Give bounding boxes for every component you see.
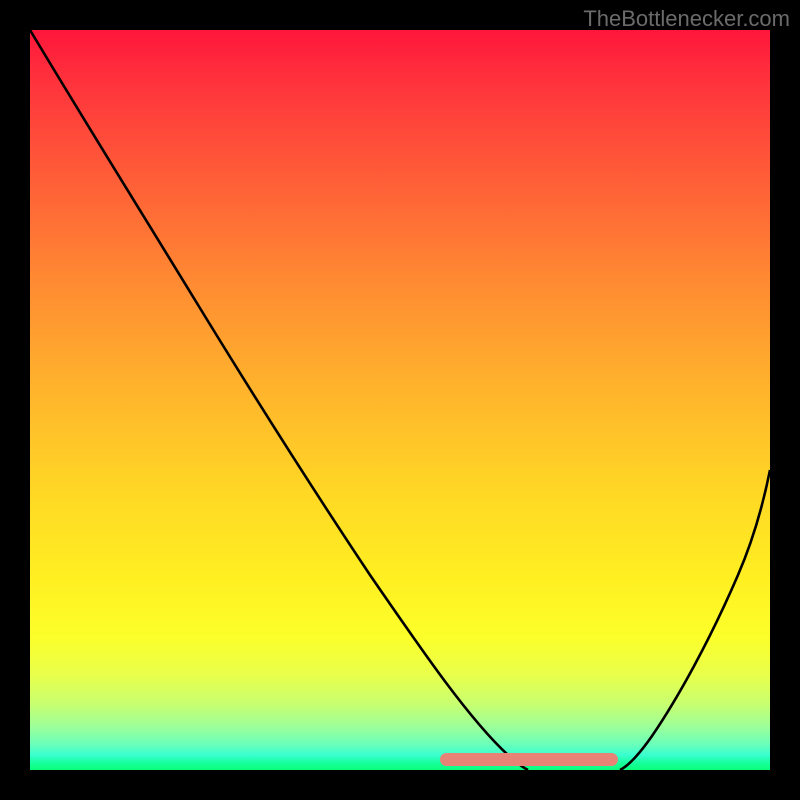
curve-right (620, 470, 770, 770)
optimal-range-marker (440, 753, 618, 766)
curve-left (30, 30, 528, 770)
attribution-text: TheBottlenecker.com (583, 6, 790, 32)
chart-plot-area (30, 30, 770, 770)
chart-curves (30, 30, 770, 770)
